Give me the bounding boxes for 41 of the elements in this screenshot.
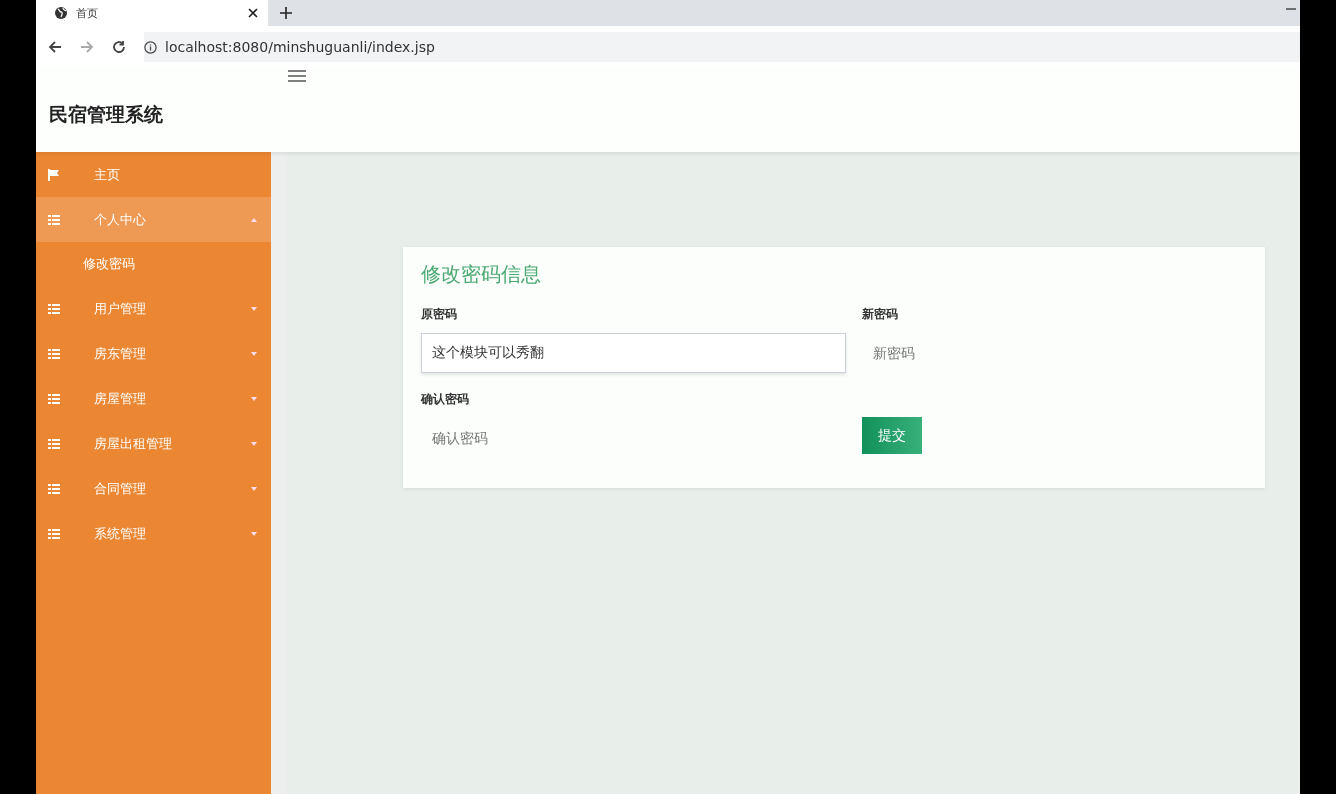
globe-icon xyxy=(54,6,68,20)
caret-icon xyxy=(251,441,257,446)
grid-icon xyxy=(48,528,60,539)
new-tab-icon[interactable] xyxy=(280,7,292,19)
menu-icon[interactable] xyxy=(288,70,306,82)
address-bar[interactable]: localhost:8080/minshuguanli/index.jsp xyxy=(144,32,1300,62)
caret-icon xyxy=(251,396,257,401)
sidebar-item[interactable]: 用户管理 xyxy=(36,286,271,331)
sidebar-subitem[interactable]: 修改密码 xyxy=(36,242,271,286)
sidebar-item[interactable]: 合同管理 xyxy=(36,466,271,511)
caret-icon xyxy=(251,531,257,536)
info-icon xyxy=(144,40,157,54)
sidebar-item[interactable]: 主页 xyxy=(36,152,271,197)
close-icon[interactable] xyxy=(248,8,258,18)
grid-icon xyxy=(48,438,60,449)
sidebar-item[interactable]: 房屋管理 xyxy=(36,376,271,421)
caret-icon xyxy=(251,306,257,311)
sidebar-item[interactable]: 系统管理 xyxy=(36,511,271,556)
grid-icon xyxy=(48,348,60,359)
app-title: 民宿管理系统 xyxy=(49,102,163,127)
grid-icon xyxy=(48,214,60,225)
sidebar-item[interactable]: 房屋出租管理 xyxy=(36,421,271,466)
caret-icon xyxy=(251,217,257,222)
submit-button[interactable]: 提交 xyxy=(862,417,922,454)
input-field[interactable]: 这个模块可以秀翻 xyxy=(421,333,846,373)
grid-icon xyxy=(48,483,60,494)
grid-icon xyxy=(48,303,60,314)
flag-icon xyxy=(48,168,60,181)
form-title: 修改密码信息 xyxy=(421,261,542,288)
caret-icon xyxy=(251,351,257,356)
grid-icon xyxy=(48,393,60,404)
caret-icon xyxy=(251,486,257,491)
field-label: 确认密码 xyxy=(421,391,470,408)
tab-title: 首页 xyxy=(76,5,99,21)
reload-icon[interactable] xyxy=(112,40,126,54)
field-label: 原密码 xyxy=(421,306,458,323)
browser-tab[interactable]: 首页 xyxy=(36,0,268,26)
sidebar-item[interactable]: 房东管理 xyxy=(36,331,271,376)
back-icon[interactable] xyxy=(48,40,62,54)
sidebar-item[interactable]: 个人中心 xyxy=(36,197,271,242)
field-label: 新密码 xyxy=(862,306,899,323)
